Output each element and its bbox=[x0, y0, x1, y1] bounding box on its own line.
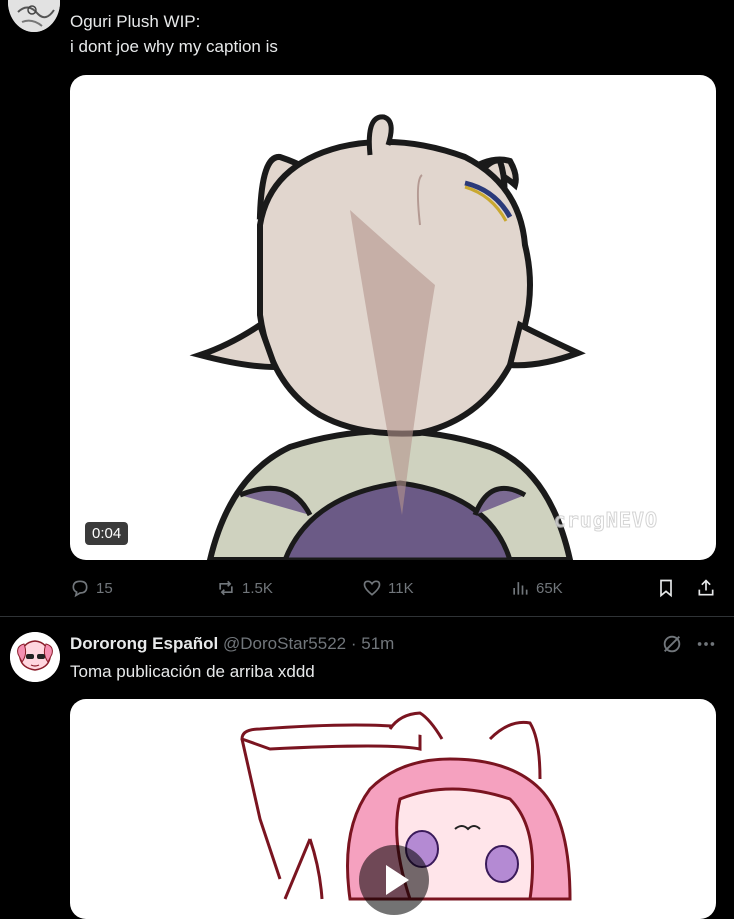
post-title: Oguri Plush WIP: bbox=[70, 12, 201, 31]
like-icon bbox=[363, 580, 381, 596]
post-time[interactable]: 51m bbox=[361, 634, 394, 653]
views-button[interactable]: 65K bbox=[510, 578, 563, 598]
like-button[interactable]: 11K bbox=[362, 578, 414, 598]
avatar[interactable] bbox=[10, 632, 60, 682]
like-count: 11K bbox=[388, 579, 414, 597]
video-player[interactable] bbox=[70, 699, 716, 919]
play-button[interactable] bbox=[359, 845, 429, 915]
avatar-character bbox=[10, 632, 60, 682]
video-duration: 0:04 bbox=[85, 522, 129, 545]
share-icon bbox=[698, 579, 714, 596]
repost-icon bbox=[219, 580, 233, 596]
views-icon bbox=[513, 582, 528, 595]
reply-icon bbox=[72, 580, 88, 598]
post-dororong: Dororong Español @DoroStar5522 · 51m Tom… bbox=[0, 617, 734, 919]
more-icon bbox=[697, 642, 715, 646]
repost-count: 1.5K bbox=[242, 579, 273, 597]
bookmark-icon bbox=[660, 579, 672, 598]
post-caption: i dont joe why my caption is bbox=[70, 37, 278, 56]
author-handle[interactable]: @DoroStar5522 bbox=[223, 634, 346, 653]
grok-icon bbox=[663, 635, 681, 653]
share-button[interactable] bbox=[696, 578, 722, 598]
header-separator: · bbox=[346, 634, 362, 653]
grok-button[interactable] bbox=[661, 633, 683, 660]
action-bar: 15 1.5K 11K 65K bbox=[70, 578, 716, 602]
avatar[interactable] bbox=[8, 0, 60, 32]
more-button[interactable] bbox=[695, 633, 717, 660]
avatar-sketch bbox=[8, 0, 60, 32]
reply-count: 15 bbox=[96, 579, 113, 597]
video-frame bbox=[189, 114, 586, 560]
bookmark-button[interactable] bbox=[656, 578, 682, 598]
video-player[interactable]: 0:04 crugNEVO bbox=[70, 75, 716, 560]
post-oguri: Oguri Plush WIP: i dont joe why my capti… bbox=[0, 0, 734, 616]
reply-button[interactable]: 15 bbox=[70, 578, 113, 598]
author-name[interactable]: Dororong Español bbox=[70, 634, 218, 653]
views-count: 65K bbox=[536, 579, 563, 597]
repost-button[interactable]: 1.5K bbox=[216, 578, 273, 598]
play-icon bbox=[386, 865, 409, 895]
post-text: Toma publicación de arriba xddd bbox=[70, 662, 315, 681]
post-header: Dororong Español @DoroStar5522 · 51m bbox=[70, 634, 394, 654]
watermark: crugNEVO bbox=[553, 508, 658, 533]
